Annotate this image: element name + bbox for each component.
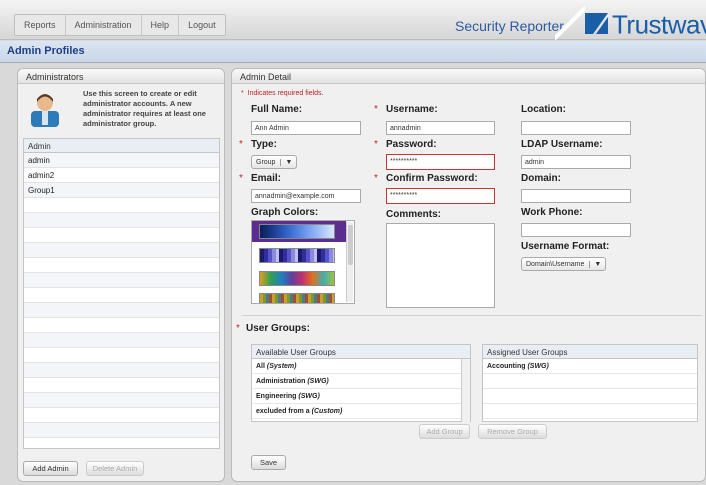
available-groups-header: Available User Groups (252, 345, 470, 359)
top-bar: Reports Administration Help Logout Secur… (0, 0, 706, 40)
table-row (24, 333, 219, 348)
table-row (24, 318, 219, 333)
table-row (24, 213, 219, 228)
table-row (24, 393, 219, 408)
comments-textarea[interactable] (386, 223, 495, 308)
admin-avatar-icon (31, 94, 59, 127)
nav-reports[interactable]: Reports (15, 15, 66, 35)
list-item[interactable]: Engineering (SWG) (252, 389, 470, 404)
list-item[interactable]: All (System) (252, 359, 470, 374)
chevron-down-icon: ▼ (589, 260, 601, 268)
table-row[interactable]: admin (24, 153, 219, 168)
required-star: * (236, 323, 240, 334)
username-label: Username: (386, 104, 438, 115)
email-label: Email: (251, 173, 282, 184)
list-item[interactable]: excluded from a (Custom) (252, 404, 470, 419)
type-select[interactable]: Group ▼ (251, 155, 298, 169)
table-row[interactable]: admin2 (24, 168, 219, 183)
add-admin-button[interactable]: Add Admin (23, 461, 78, 476)
location-input[interactable] (521, 121, 631, 135)
remove-group-button[interactable]: Remove Group (478, 424, 547, 439)
username-input[interactable]: annadmin (386, 121, 495, 135)
email-input[interactable]: annadmin@example.com (251, 189, 361, 203)
add-group-button[interactable]: Add Group (419, 424, 470, 439)
table-row (24, 243, 219, 258)
table-row (24, 423, 219, 438)
assigned-groups-header: Assigned User Groups (483, 345, 697, 359)
color-swatch[interactable] (259, 271, 335, 286)
graph-colors-label: Graph Colors: (251, 207, 319, 218)
username-format-select[interactable]: Domain\Username ▼ (521, 257, 607, 271)
nav-logout[interactable]: Logout (179, 15, 225, 35)
chevron-down-icon: ▼ (280, 158, 292, 166)
admin-detail-title: Admin Detail (232, 69, 705, 84)
table-row (24, 198, 219, 213)
password-input[interactable]: ********** (386, 154, 495, 170)
required-star: * (374, 104, 378, 115)
table-row (24, 348, 219, 363)
assigned-groups-list: Assigned User Groups Accounting (SWG) (482, 344, 698, 422)
table-row (24, 288, 219, 303)
type-label: Type: (251, 139, 277, 150)
brand-logo: Trustwave® (583, 10, 706, 38)
table-row (24, 273, 219, 288)
required-star: * (239, 139, 243, 150)
color-swatch[interactable] (259, 248, 335, 263)
work-phone-label: Work Phone: (521, 207, 583, 218)
header-divider (555, 6, 585, 40)
list-item[interactable]: Administration (SWG) (252, 374, 470, 389)
confirm-password-label: Confirm Password: (386, 173, 478, 184)
logo-text: Trustwave® (612, 9, 706, 40)
username-format-label: Username Format: (521, 241, 610, 252)
required-star: * (374, 173, 378, 184)
comments-label: Comments: (386, 209, 442, 220)
required-star: * (239, 173, 243, 184)
domain-input[interactable] (521, 189, 631, 203)
required-star: * (374, 139, 378, 150)
graph-colors-picker[interactable] (251, 220, 355, 304)
table-row (24, 258, 219, 273)
full-name-input[interactable]: Ann Admin (251, 121, 361, 135)
password-label: Password: (386, 139, 437, 150)
app-name: Security Reporter (455, 18, 564, 34)
table-row (24, 303, 219, 318)
main-nav: Reports Administration Help Logout (14, 14, 226, 36)
table-row[interactable]: Group1 (24, 183, 219, 198)
save-button[interactable]: Save (251, 455, 286, 470)
required-note: * Indicates required fields. (241, 90, 324, 97)
list-item[interactable]: Accounting (SWG) (483, 359, 697, 374)
admin-detail-panel: Admin Detail * Indicates required fields… (231, 68, 706, 482)
table-row (24, 228, 219, 243)
color-swatch[interactable] (259, 224, 335, 239)
table-row (24, 408, 219, 423)
table-row (24, 378, 219, 393)
administrators-intro: Use this screen to create or edit admini… (83, 89, 206, 128)
table-row (24, 363, 219, 378)
divider (242, 315, 702, 316)
available-groups-list: Available User Groups All (System) Admini… (251, 344, 471, 422)
page-header: Admin Profiles (0, 41, 706, 63)
username-format-value: Domain\Username (526, 260, 585, 268)
ldap-username-label: LDAP Username: (521, 139, 603, 150)
admin-list-header: Admin (24, 139, 219, 153)
available-groups-scrollbar[interactable] (461, 359, 470, 422)
ldap-username-input[interactable]: admin (521, 155, 631, 169)
administrators-panel: Administrators Use this screen to create… (17, 68, 225, 482)
trustwave-logo-icon (585, 13, 608, 35)
domain-label: Domain: (521, 173, 561, 184)
type-value: Group (256, 158, 276, 166)
work-phone-input[interactable] (521, 223, 631, 237)
admin-list: Admin admin admin2 Group1 (23, 138, 220, 449)
nav-administration[interactable]: Administration (66, 15, 142, 35)
full-name-label: Full Name: (251, 104, 303, 115)
confirm-password-input[interactable]: ********** (386, 188, 495, 204)
nav-help[interactable]: Help (142, 15, 180, 35)
user-groups-label: User Groups: (246, 323, 310, 334)
color-swatch[interactable] (259, 293, 335, 303)
location-label: Location: (521, 104, 566, 115)
colors-scrollbar[interactable] (346, 222, 353, 302)
administrators-title: Administrators (18, 69, 224, 84)
page-title: Admin Profiles (7, 45, 85, 57)
delete-admin-button[interactable]: Delete Admin (86, 461, 144, 476)
